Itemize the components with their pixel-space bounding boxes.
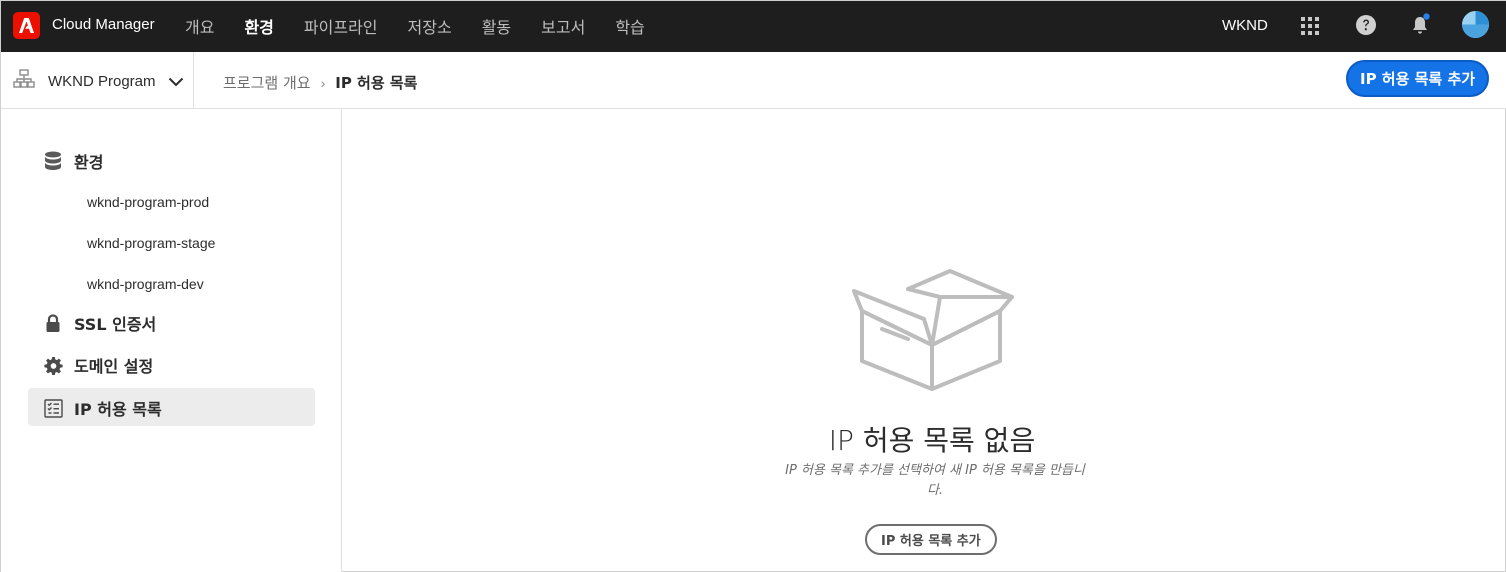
lock-icon xyxy=(43,313,63,333)
main-nav: 개요 환경 파이프라인 저장소 활동 보고서 학습 xyxy=(185,14,675,38)
notification-bell-icon[interactable] xyxy=(1410,13,1432,37)
empty-state-title: IP 허용 목록 없음 xyxy=(828,424,1036,457)
checklist-icon xyxy=(43,398,63,418)
program-switcher[interactable]: WKND Program xyxy=(13,69,184,94)
sidebar-item-ssl[interactable]: SSL 인증서 xyxy=(43,311,156,335)
sidebar-subitem-stage[interactable]: wknd-program-stage xyxy=(87,235,215,251)
nav-item-environments[interactable]: 환경 xyxy=(244,14,273,38)
sidebar-item-environments[interactable]: 환경 xyxy=(43,149,103,173)
program-name: WKND Program xyxy=(48,73,156,90)
divider xyxy=(193,52,194,109)
nav-item-learning[interactable]: 학습 xyxy=(615,14,644,38)
nav-item-overview[interactable]: 개요 xyxy=(185,14,214,38)
help-icon[interactable] xyxy=(1356,15,1376,35)
add-ip-allowlist-secondary-button[interactable]: IP 허용 목록 추가 xyxy=(865,524,997,555)
main-content: IP 허용 목록 없음 IP 허용 목록 추가를 선택하여 새 IP 허용 목록… xyxy=(343,109,1506,572)
nav-item-reports[interactable]: 보고서 xyxy=(541,14,585,38)
gear-icon xyxy=(43,355,63,375)
nav-item-repositories[interactable]: 저장소 xyxy=(408,14,452,38)
avatar[interactable] xyxy=(1462,11,1489,38)
apps-grid-icon[interactable] xyxy=(1300,16,1320,36)
empty-state-description: IP 허용 목록 추가를 선택하여 새 IP 허용 목록을 만듭니다. xyxy=(785,463,1085,498)
top-navigation-bar: Cloud Manager 개요 환경 파이프라인 저장소 활동 보고서 학습 … xyxy=(1,1,1506,52)
open-box-icon xyxy=(850,269,1014,393)
sidebar-item-label: SSL 인증서 xyxy=(74,315,157,334)
sidebar-item-domains[interactable]: 도메인 설정 xyxy=(43,353,153,377)
sidebar-subitem-prod[interactable]: wknd-program-prod xyxy=(87,194,209,210)
sidebar-item-label: 환경 xyxy=(74,153,104,172)
sidebar-subitem-dev[interactable]: wknd-program-dev xyxy=(87,276,204,292)
sidebar: 환경 wknd-program-prod wknd-program-stage … xyxy=(1,109,342,572)
sidebar-item-label: 도메인 설정 xyxy=(74,357,154,376)
add-ip-allowlist-button[interactable]: IP 허용 목록 추가 xyxy=(1346,60,1490,97)
app-title[interactable]: Cloud Manager xyxy=(52,16,155,33)
nav-item-activity[interactable]: 활동 xyxy=(482,14,511,38)
adobe-logo-icon[interactable] xyxy=(13,12,40,39)
program-hierarchy-icon xyxy=(13,69,35,94)
chevron-down-icon xyxy=(168,77,184,87)
nav-item-pipelines[interactable]: 파이프라인 xyxy=(304,14,378,38)
breadcrumb-separator: › xyxy=(320,74,326,91)
breadcrumb-current: IP 허용 목록 xyxy=(335,74,418,92)
sub-header: WKND Program 프로그램 개요 › IP 허용 목록 IP 허용 목록… xyxy=(1,52,1506,109)
breadcrumb-program-overview[interactable]: 프로그램 개요 xyxy=(223,72,311,93)
breadcrumb: 프로그램 개요 › IP 허용 목록 xyxy=(223,72,417,93)
sidebar-item-ip-allowlist[interactable]: IP 허용 목록 xyxy=(43,396,162,420)
org-switcher[interactable]: WKND xyxy=(1222,17,1268,34)
database-icon xyxy=(43,151,63,171)
sidebar-item-label: IP 허용 목록 xyxy=(74,400,162,419)
